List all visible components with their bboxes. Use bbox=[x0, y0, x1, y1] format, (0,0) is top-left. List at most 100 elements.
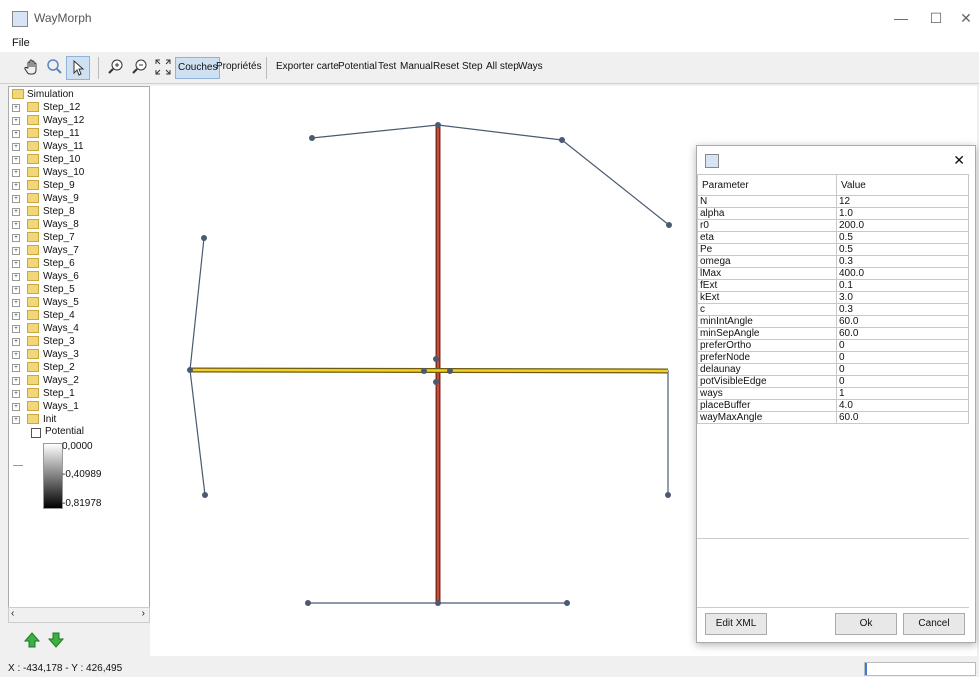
couches-button[interactable]: Couches bbox=[175, 57, 221, 79]
parameter-row[interactable]: alpha 1.0 bbox=[697, 207, 969, 220]
tree-item[interactable]: + Step_7 bbox=[9, 231, 149, 244]
parameter-value[interactable]: 400.0 bbox=[836, 267, 969, 280]
potential-button[interactable]: Potential bbox=[338, 57, 377, 77]
parameter-row[interactable]: Pe 0.5 bbox=[697, 243, 969, 256]
parameter-value[interactable]: 0 bbox=[836, 339, 969, 352]
parameter-row[interactable]: r0 200.0 bbox=[697, 219, 969, 232]
parameter-value[interactable]: 1 bbox=[836, 387, 969, 400]
step-button[interactable]: Step bbox=[462, 57, 483, 77]
parameter-value[interactable]: 200.0 bbox=[836, 219, 969, 232]
parameter-value[interactable]: 60.0 bbox=[836, 411, 969, 424]
horizontal-scrollbar[interactable]: ‹ › bbox=[8, 607, 150, 623]
parameter-value[interactable]: 0.3 bbox=[836, 255, 969, 268]
menu-file[interactable]: File bbox=[12, 37, 30, 49]
expand-icon[interactable]: + bbox=[12, 416, 20, 424]
tree-item[interactable]: + Step_4 bbox=[9, 309, 149, 322]
expand-icon[interactable]: + bbox=[12, 390, 20, 398]
parameter-value[interactable]: 60.0 bbox=[836, 327, 969, 340]
parameter-value[interactable]: 0 bbox=[836, 375, 969, 388]
expand-icon[interactable]: + bbox=[12, 156, 20, 164]
parameter-value[interactable]: 60.0 bbox=[836, 315, 969, 328]
minimize-button[interactable]: — bbox=[890, 8, 912, 28]
expand-icon[interactable]: + bbox=[12, 208, 20, 216]
tree-item[interactable]: + Ways_2 bbox=[9, 374, 149, 387]
parameter-row[interactable]: omega 0.3 bbox=[697, 255, 969, 268]
tree-item[interactable]: + Ways_8 bbox=[9, 218, 149, 231]
parameter-row[interactable]: kExt 3.0 bbox=[697, 291, 969, 304]
ok-button[interactable]: Ok bbox=[835, 613, 897, 635]
expand-icon[interactable]: + bbox=[12, 247, 20, 255]
expand-icon[interactable]: + bbox=[12, 234, 20, 242]
scroll-right-icon[interactable]: › bbox=[142, 608, 145, 619]
exporter-carte-button[interactable]: Exporter carte bbox=[276, 57, 339, 77]
parameter-value[interactable]: 3.0 bbox=[836, 291, 969, 304]
tree-item[interactable]: + Step_12 bbox=[9, 101, 149, 114]
parameter-row[interactable]: wayMaxAngle 60.0 bbox=[697, 411, 969, 424]
tree-item[interactable]: + Ways_11 bbox=[9, 140, 149, 153]
tree-item[interactable]: + Ways_6 bbox=[9, 270, 149, 283]
expand-icon[interactable]: + bbox=[12, 286, 20, 294]
expand-icon[interactable]: + bbox=[12, 273, 20, 281]
expand-icon[interactable]: + bbox=[12, 117, 20, 125]
parameter-row[interactable]: eta 0.5 bbox=[697, 231, 969, 244]
tree-item[interactable]: + Init bbox=[9, 413, 149, 426]
expand-icon[interactable]: + bbox=[12, 260, 20, 268]
parameter-value[interactable]: 4.0 bbox=[836, 399, 969, 412]
parameter-row[interactable]: N 12 bbox=[697, 195, 969, 208]
tree-item[interactable]: + Step_2 bbox=[9, 361, 149, 374]
move-down-icon[interactable] bbox=[47, 632, 65, 648]
proprietes-button[interactable]: Propriétés bbox=[216, 57, 262, 77]
parameter-value[interactable]: 0.5 bbox=[836, 243, 969, 256]
parameter-value[interactable]: 0.5 bbox=[836, 231, 969, 244]
parameter-row[interactable]: potVisibleEdge 0 bbox=[697, 375, 969, 388]
tree-item[interactable]: + Ways_1 bbox=[9, 400, 149, 413]
parameter-value[interactable]: 1.0 bbox=[836, 207, 969, 220]
tree-item[interactable]: + Step_3 bbox=[9, 335, 149, 348]
expand-icon[interactable]: + bbox=[12, 299, 20, 307]
tree-item[interactable]: + Ways_10 bbox=[9, 166, 149, 179]
tree-item[interactable]: + Ways_3 bbox=[9, 348, 149, 361]
expand-icon[interactable]: + bbox=[12, 143, 20, 151]
move-up-icon[interactable] bbox=[23, 632, 41, 648]
tree-item[interactable]: + Ways_9 bbox=[9, 192, 149, 205]
tree-item[interactable]: + Step_1 bbox=[9, 387, 149, 400]
parameter-row[interactable]: fExt 0.1 bbox=[697, 279, 969, 292]
parameter-value[interactable]: 12 bbox=[836, 195, 969, 208]
expand-icon[interactable]: + bbox=[12, 325, 20, 333]
expand-icon[interactable]: + bbox=[12, 182, 20, 190]
arrow-cursor-icon[interactable] bbox=[66, 56, 90, 80]
parameter-row[interactable]: preferNode 0 bbox=[697, 351, 969, 364]
all-step-button[interactable]: All step bbox=[486, 57, 519, 77]
ways-button[interactable]: Ways bbox=[518, 57, 543, 77]
potential-checkbox[interactable] bbox=[31, 428, 41, 438]
tree-item[interactable]: + Step_9 bbox=[9, 179, 149, 192]
tree-item[interactable]: + Ways_7 bbox=[9, 244, 149, 257]
parameter-row[interactable]: delaunay 0 bbox=[697, 363, 969, 376]
tree-item[interactable]: + Ways_5 bbox=[9, 296, 149, 309]
parameter-row[interactable]: ways 1 bbox=[697, 387, 969, 400]
tree-item[interactable]: + Ways_12 bbox=[9, 114, 149, 127]
parameter-row[interactable]: placeBuffer 4.0 bbox=[697, 399, 969, 412]
expand-icon[interactable]: + bbox=[12, 221, 20, 229]
scroll-left-icon[interactable]: ‹ bbox=[11, 608, 14, 619]
fit-extent-icon[interactable] bbox=[153, 57, 173, 77]
expand-icon[interactable]: + bbox=[12, 104, 20, 112]
tree-item[interactable]: + Ways_4 bbox=[9, 322, 149, 335]
tree-item[interactable]: + Step_8 bbox=[9, 205, 149, 218]
close-button[interactable]: ✕ bbox=[955, 8, 977, 28]
expand-icon[interactable]: + bbox=[12, 169, 20, 177]
expand-icon[interactable]: + bbox=[12, 351, 20, 359]
hand-icon[interactable] bbox=[22, 57, 42, 77]
cancel-button[interactable]: Cancel bbox=[903, 613, 965, 635]
expand-icon[interactable]: + bbox=[12, 312, 20, 320]
tree-item[interactable]: + Step_5 bbox=[9, 283, 149, 296]
expand-icon[interactable]: + bbox=[12, 403, 20, 411]
expand-icon[interactable]: + bbox=[12, 130, 20, 138]
test-button[interactable]: Test bbox=[378, 57, 396, 77]
parameter-row[interactable]: minSepAngle 60.0 bbox=[697, 327, 969, 340]
expand-icon[interactable]: + bbox=[12, 377, 20, 385]
parameter-value[interactable]: 0.3 bbox=[836, 303, 969, 316]
parameter-value[interactable]: 0 bbox=[836, 363, 969, 376]
expand-icon[interactable]: + bbox=[12, 338, 20, 346]
expand-icon[interactable]: + bbox=[12, 364, 20, 372]
